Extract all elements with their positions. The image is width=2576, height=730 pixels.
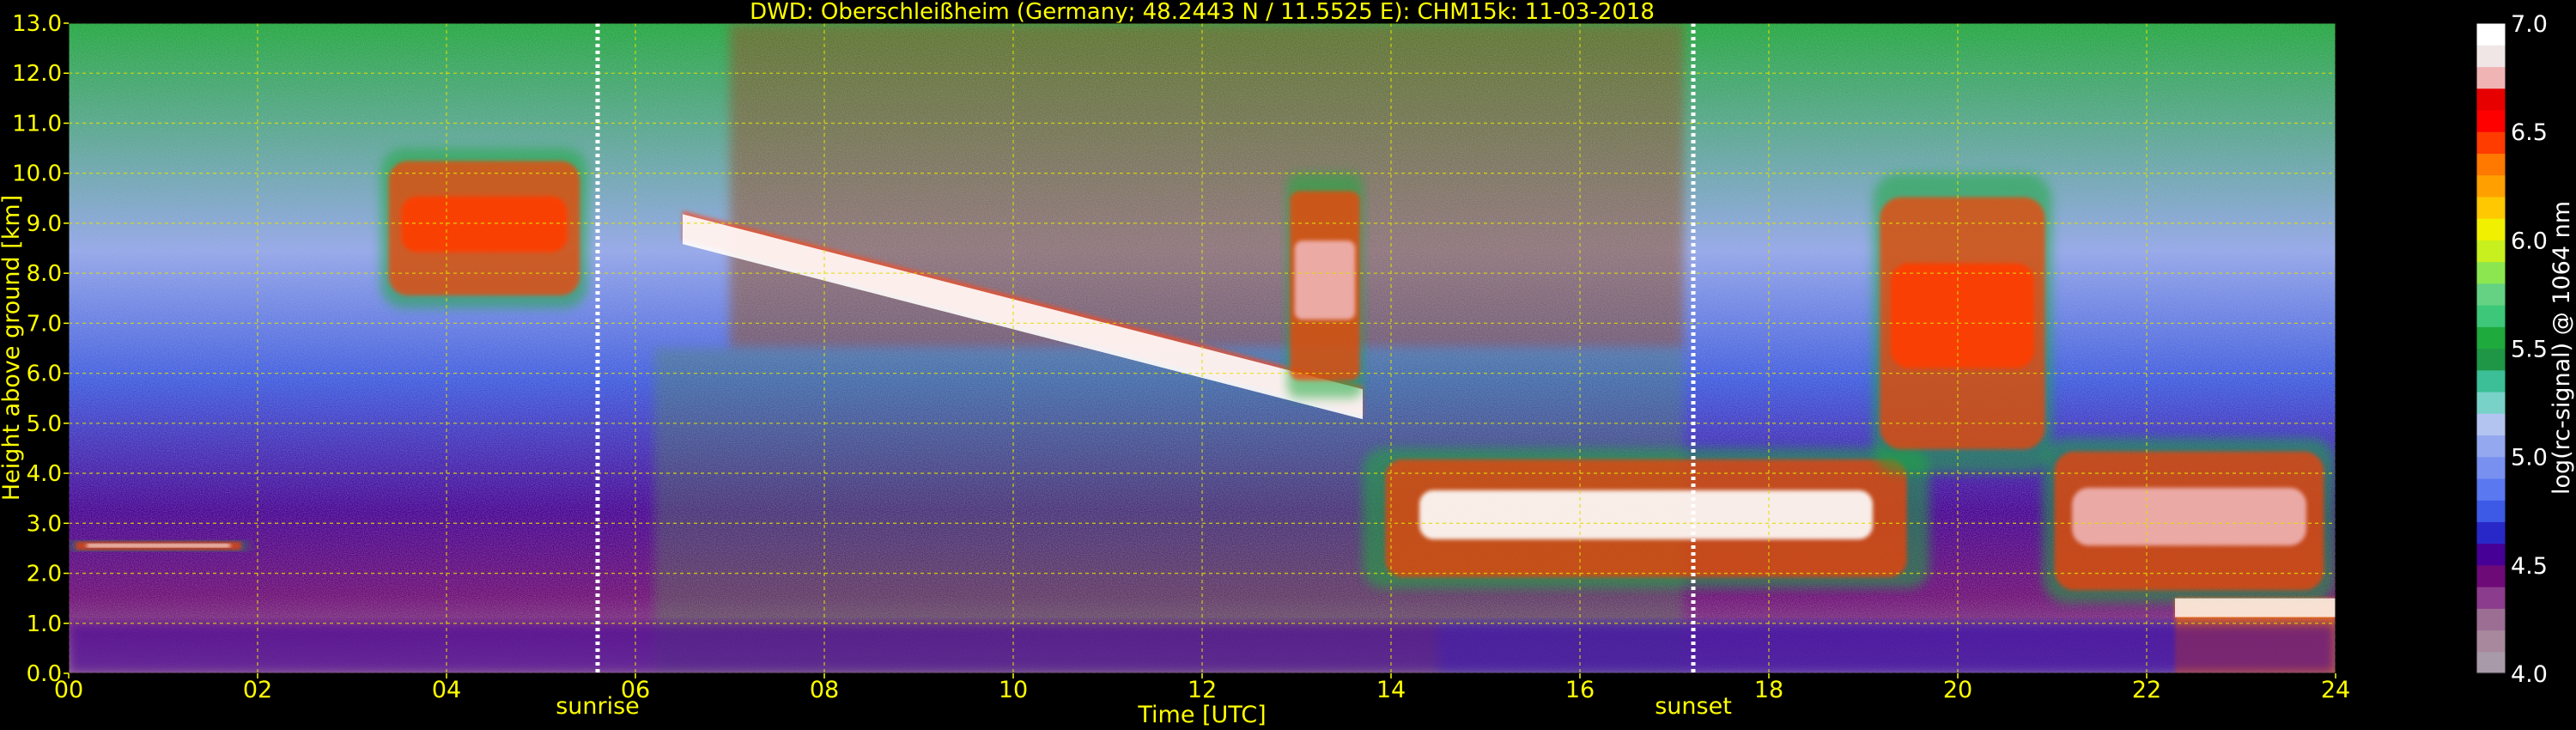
- colorbar-segment: [2476, 348, 2506, 371]
- cirrus: [401, 196, 568, 252]
- colorbar-segment: [2476, 261, 2506, 284]
- colorbar-tick-label: 7.0: [2511, 11, 2548, 38]
- colorbar-tick-label: 5.5: [2511, 337, 2548, 363]
- y-tick-label: 10.0: [12, 161, 62, 187]
- y-tick-label: 0.0: [27, 661, 62, 687]
- x-axis-label: Time [UTC]: [1137, 702, 1266, 728]
- y-axis-label: Height above ground [km]: [0, 195, 25, 501]
- precipitation-top: [2175, 598, 2336, 617]
- x-axis-ticks: 00 02 04 06 08 10 12 14 16 18 20 22 24: [54, 673, 2350, 703]
- colorbar-segment: [2476, 218, 2506, 240]
- plot-area: [69, 23, 2336, 673]
- x-tick-label: 22: [2132, 677, 2161, 703]
- colorbar-segment: [2476, 283, 2506, 306]
- colorbar-segment: [2476, 88, 2506, 111]
- colorbar: [2476, 22, 2506, 674]
- x-tick-label: 20: [1943, 677, 1972, 703]
- colorbar-segment: [2476, 369, 2506, 392]
- annotation-label: sunset: [1655, 693, 1732, 720]
- colorbar-segment: [2476, 131, 2506, 154]
- colorbar-ticks: 4.0 4.5 5.0 5.5 6.0 6.5 7.0: [2511, 11, 2548, 688]
- colorbar-segment: [2476, 174, 2506, 198]
- colorbar-tick-label: 6.5: [2511, 119, 2548, 146]
- x-tick-label: 12: [1188, 677, 1217, 703]
- y-tick-label: 9.0: [27, 211, 62, 237]
- colorbar-segment: [2476, 305, 2506, 327]
- y-tick-label: 6.0: [27, 362, 62, 387]
- colorbar-segment: [2476, 478, 2506, 501]
- y-tick-label: 5.0: [27, 411, 62, 437]
- cloud_layer: [1419, 490, 1873, 539]
- x-tick-label: 04: [432, 677, 461, 703]
- annotation-label: sunrise: [556, 693, 640, 720]
- colorbar-segment: [2476, 391, 2506, 414]
- ceilometer-chart: DWD: Oberschleißheim (Germany; 48.2443 N…: [0, 0, 2575, 728]
- colorbar-segment: [2476, 564, 2506, 587]
- cloud_layer: [86, 544, 231, 548]
- colorbar-tick-label: 5.0: [2511, 445, 2548, 471]
- y-tick-label: 7.0: [27, 311, 62, 337]
- y-tick-label: 12.0: [12, 61, 62, 87]
- colorbar-segment: [2476, 196, 2506, 219]
- colorbar-segment: [2476, 326, 2506, 350]
- chart-title: DWD: Oberschleißheim (Germany; 48.2443 N…: [750, 0, 1655, 25]
- colorbar-segment: [2476, 456, 2506, 479]
- colorbar-segment: [2476, 608, 2506, 631]
- colorbar-segment: [2476, 66, 2506, 89]
- colorbar-segment: [2476, 587, 2506, 609]
- colorbar-label: log(rc-signal) @ 1064 nm: [2549, 201, 2575, 495]
- colorbar-segment: [2476, 45, 2506, 68]
- y-tick-label: 1.0: [27, 611, 62, 637]
- colorbar-tick-label: 4.0: [2511, 661, 2548, 688]
- y-tick-label: 13.0: [12, 11, 62, 37]
- y-tick-label: 4.0: [27, 461, 62, 487]
- colorbar-segment: [2476, 413, 2506, 436]
- colorbar-segment: [2476, 23, 2506, 46]
- colorbar-segment: [2476, 521, 2506, 544]
- x-tick-label: 18: [1754, 677, 1783, 703]
- colorbar-segment: [2476, 500, 2506, 522]
- colorbar-tick-label: 6.0: [2511, 228, 2548, 254]
- cirrus: [1890, 263, 2035, 368]
- colorbar-segment: [2476, 153, 2506, 176]
- y-tick-label: 3.0: [27, 511, 62, 537]
- colorbar-segment: [2476, 630, 2506, 653]
- y-tick-label: 11.0: [12, 111, 62, 137]
- colorbar-segment: [2476, 435, 2506, 458]
- colorbar-segment: [2476, 109, 2506, 132]
- x-tick-label: 16: [1565, 677, 1595, 703]
- y-tick-label: 2.0: [27, 562, 62, 587]
- colorbar-segment: [2476, 543, 2506, 566]
- x-tick-label: 08: [810, 677, 839, 703]
- cirrus: [1294, 240, 1356, 320]
- x-tick-label: 24: [2321, 677, 2350, 703]
- colorbar-segment: [2476, 651, 2506, 674]
- colorbar-segment: [2476, 240, 2506, 263]
- x-tick-label: 02: [243, 677, 272, 703]
- colorbar-tick-label: 4.5: [2511, 553, 2548, 580]
- cloud_layer: [2072, 487, 2306, 546]
- x-tick-label: 14: [1376, 677, 1406, 703]
- y-tick-label: 8.0: [27, 261, 62, 287]
- x-tick-label: 10: [999, 677, 1028, 703]
